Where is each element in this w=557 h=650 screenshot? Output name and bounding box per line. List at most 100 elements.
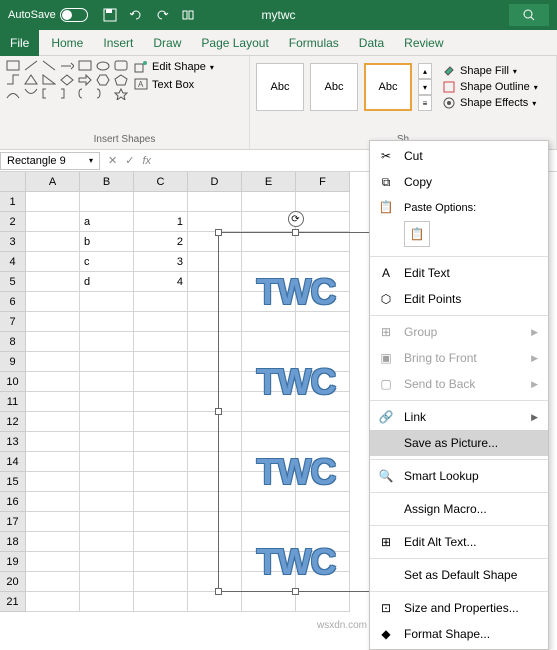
tab-draw[interactable]: Draw [143, 30, 191, 56]
cell[interactable] [80, 552, 134, 572]
cell[interactable]: a [80, 212, 134, 232]
row-header[interactable]: 7 [0, 312, 26, 332]
cell[interactable] [26, 432, 80, 452]
menu-set-default[interactable]: Set as Default Shape [370, 562, 548, 588]
cell[interactable] [134, 332, 188, 352]
cell[interactable] [26, 352, 80, 372]
cell[interactable] [134, 532, 188, 552]
cell[interactable] [80, 372, 134, 392]
row-header[interactable]: 11 [0, 392, 26, 412]
cell[interactable] [296, 212, 350, 232]
cell[interactable] [80, 352, 134, 372]
row-header[interactable]: 19 [0, 552, 26, 572]
resize-handle[interactable] [215, 588, 222, 595]
cell[interactable] [134, 432, 188, 452]
cell[interactable]: 4 [134, 272, 188, 292]
col-header-f[interactable]: F [296, 172, 350, 192]
cell[interactable]: 3 [134, 252, 188, 272]
row-header[interactable]: 13 [0, 432, 26, 452]
rotate-handle-icon[interactable]: ⟳ [288, 211, 304, 227]
row-header[interactable]: 6 [0, 292, 26, 312]
cell[interactable] [134, 552, 188, 572]
cell[interactable] [242, 192, 296, 212]
name-box[interactable]: Rectangle 9 ▾ [0, 152, 100, 170]
cancel-icon[interactable]: ✕ [108, 154, 117, 167]
menu-edit-text[interactable]: AEdit Text [370, 260, 548, 286]
menu-link[interactable]: 🔗Link▶ [370, 404, 548, 430]
cells-area[interactable]: ⟳ TWC TWC TWC TWC a1b2c3d4 [26, 192, 350, 612]
styles-expand[interactable]: ≡ [418, 95, 432, 111]
resize-handle[interactable] [215, 229, 222, 236]
row-header[interactable]: 15 [0, 472, 26, 492]
row-header[interactable]: 21 [0, 592, 26, 612]
cell[interactable] [80, 452, 134, 472]
menu-copy[interactable]: ⧉Copy [370, 169, 548, 195]
tab-formulas[interactable]: Formulas [279, 30, 349, 56]
wordart-3[interactable]: TWC [226, 442, 366, 502]
cell[interactable] [134, 352, 188, 372]
cell[interactable] [80, 472, 134, 492]
cell[interactable] [80, 412, 134, 432]
cell[interactable] [26, 492, 80, 512]
cell[interactable] [134, 192, 188, 212]
menu-format-shape[interactable]: ◆Format Shape... [370, 621, 548, 647]
wordart-2[interactable]: TWC [226, 352, 366, 412]
cell[interactable] [80, 432, 134, 452]
shape-effects-button[interactable]: Shape Effects▾ [442, 96, 538, 110]
menu-size-properties[interactable]: ⊡Size and Properties... [370, 595, 548, 621]
cell[interactable] [80, 512, 134, 532]
tab-insert[interactable]: Insert [93, 30, 143, 56]
resize-handle[interactable] [215, 408, 222, 415]
menu-edit-points[interactable]: ⬡Edit Points [370, 286, 548, 312]
cell[interactable] [26, 332, 80, 352]
tab-home[interactable]: Home [41, 30, 93, 56]
search-button[interactable] [509, 4, 549, 26]
cell[interactable] [26, 312, 80, 332]
cell[interactable] [134, 412, 188, 432]
row-header[interactable]: 4 [0, 252, 26, 272]
cell[interactable] [80, 312, 134, 332]
cell[interactable] [26, 392, 80, 412]
wordart-4[interactable]: TWC [226, 532, 366, 592]
cell[interactable] [80, 292, 134, 312]
cell[interactable]: b [80, 232, 134, 252]
cell[interactable] [134, 312, 188, 332]
shape-style-2[interactable]: Abc [310, 63, 358, 111]
cell[interactable]: c [80, 252, 134, 272]
menu-edit-alt-text[interactable]: ⊞Edit Alt Text... [370, 529, 548, 555]
cell[interactable] [26, 452, 80, 472]
cell[interactable] [134, 452, 188, 472]
cell[interactable]: 2 [134, 232, 188, 252]
cell[interactable] [26, 532, 80, 552]
col-header-d[interactable]: D [188, 172, 242, 192]
cell[interactable] [26, 192, 80, 212]
cell[interactable] [80, 392, 134, 412]
select-all-corner[interactable] [0, 172, 26, 192]
save-icon[interactable] [102, 7, 118, 23]
cell[interactable] [26, 292, 80, 312]
cell[interactable] [134, 292, 188, 312]
row-header[interactable]: 10 [0, 372, 26, 392]
styles-scroll-down[interactable]: ▾ [418, 79, 432, 95]
row-header[interactable]: 1 [0, 192, 26, 212]
cell[interactable] [134, 372, 188, 392]
col-header-b[interactable]: B [80, 172, 134, 192]
row-header[interactable]: 3 [0, 232, 26, 252]
shape-outline-button[interactable]: Shape Outline▾ [442, 80, 538, 94]
cell[interactable] [80, 592, 134, 612]
cell[interactable] [80, 532, 134, 552]
cell[interactable] [134, 512, 188, 532]
cell[interactable] [134, 392, 188, 412]
cell[interactable] [134, 472, 188, 492]
tab-review[interactable]: Review [394, 30, 453, 56]
cell[interactable] [26, 212, 80, 232]
cell[interactable] [80, 332, 134, 352]
menu-smart-lookup[interactable]: 🔍Smart Lookup [370, 463, 548, 489]
col-header-a[interactable]: A [26, 172, 80, 192]
cell[interactable] [26, 372, 80, 392]
shape-fill-button[interactable]: Shape Fill▾ [442, 64, 538, 78]
row-header[interactable]: 16 [0, 492, 26, 512]
styles-scroll-up[interactable]: ▴ [418, 63, 432, 79]
cell[interactable] [26, 412, 80, 432]
row-header[interactable]: 9 [0, 352, 26, 372]
